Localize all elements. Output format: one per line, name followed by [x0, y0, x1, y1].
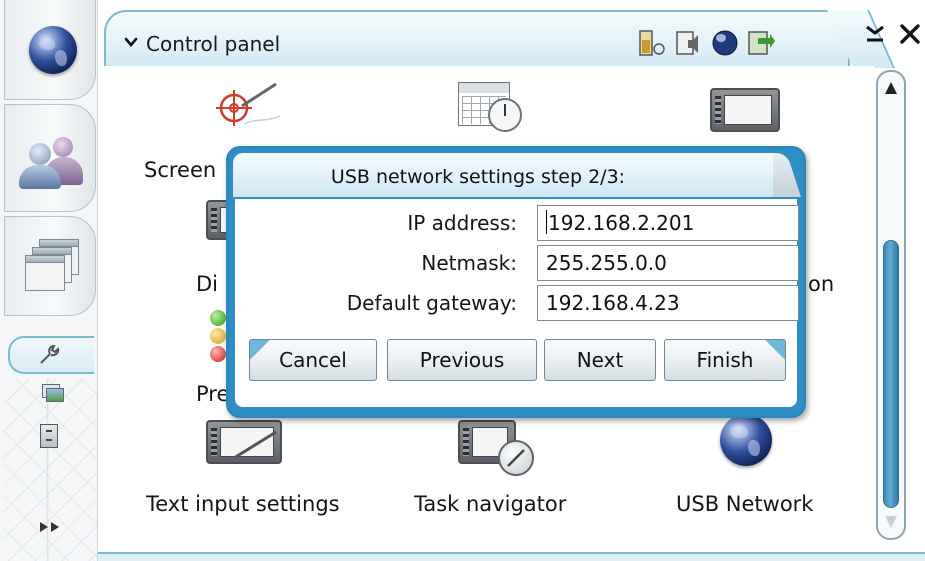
screen-calibration-icon — [216, 82, 281, 126]
date-time-icon — [458, 82, 534, 134]
default-gateway-value: 192.168.4.23 — [546, 291, 680, 315]
usb-network-settings-dialog: USB network settings step 2/3: IP addres… — [226, 146, 806, 418]
default-gateway-row: Default gateway: 192.168.4.23 — [235, 285, 799, 321]
vertical-scrollbar[interactable] — [876, 70, 906, 540]
title-bar: Control panel — [98, 0, 925, 70]
chevron-down-icon[interactable] — [124, 35, 138, 49]
netmask-value: 255.255.0.0 — [546, 251, 667, 275]
cp-item-label: Pre — [196, 382, 230, 406]
cp-item-label: Di — [196, 272, 219, 296]
app-tray — [4, 328, 98, 561]
device-settings-icon — [710, 88, 780, 132]
file-manager-icon[interactable] — [40, 424, 60, 450]
window-title: Control panel — [146, 32, 281, 56]
previous-button[interactable]: Previous — [387, 339, 537, 381]
more-arrows-icon[interactable] — [38, 520, 64, 534]
text-caret — [546, 210, 547, 234]
default-gateway-label: Default gateway: — [346, 291, 517, 315]
cp-item-label: on — [808, 272, 835, 296]
battery-icon[interactable] — [636, 28, 666, 58]
title-tab[interactable]: Control panel — [104, 10, 850, 66]
task-navigator-bar — [0, 0, 98, 561]
minimize-icon[interactable] — [861, 18, 889, 48]
web-browser-icon — [29, 26, 77, 74]
netmask-row: Netmask: 255.255.0.0 — [235, 245, 799, 281]
ip-address-label: IP address: — [407, 211, 517, 235]
compass-icon — [498, 440, 534, 476]
cp-item-label: USB Network — [676, 492, 814, 516]
text-input-icon — [206, 420, 282, 464]
ip-address-row: IP address: 192.168.2.201 — [235, 205, 799, 241]
main-bottom-frame — [98, 552, 925, 561]
control-panel-tray-button[interactable] — [8, 336, 94, 374]
web-browser-button[interactable] — [4, 0, 96, 100]
image-viewer-icon[interactable] — [40, 384, 64, 404]
volume-icon[interactable] — [674, 28, 704, 58]
default-gateway-field[interactable]: 192.168.4.23 — [537, 285, 799, 321]
applications-button[interactable] — [4, 216, 96, 316]
contacts-icon — [19, 135, 83, 189]
cp-item-label: Screen — [144, 158, 217, 182]
finish-button[interactable]: Finish — [664, 339, 786, 381]
ip-address-field[interactable]: 192.168.2.201 — [537, 205, 799, 241]
cp-item-label: Text input settings — [146, 492, 340, 516]
netmask-field[interactable]: 255.255.0.0 — [537, 245, 799, 281]
next-button[interactable]: Next — [544, 339, 656, 381]
netmask-label: Netmask: — [421, 251, 517, 275]
internet-connection-icon[interactable] — [710, 28, 740, 58]
scrollbar-thumb[interactable] — [883, 240, 899, 508]
control-panel-icon — [40, 344, 60, 364]
scroll-down-arrow-icon[interactable] — [878, 506, 904, 536]
applications-icon — [25, 239, 81, 295]
dialog-title: USB network settings step 2/3: — [330, 166, 626, 188]
usb-exit-icon[interactable] — [746, 28, 776, 58]
usb-network-globe-icon — [720, 414, 772, 466]
close-icon[interactable] — [896, 18, 924, 48]
contacts-button[interactable] — [4, 104, 96, 212]
cancel-button[interactable]: Cancel — [249, 339, 377, 381]
cp-item-label: Task navigator — [414, 492, 567, 516]
scroll-up-arrow-icon[interactable] — [878, 74, 904, 104]
ip-address-value: 192.168.2.201 — [548, 211, 695, 235]
dialog-header: USB network settings step 2/3: — [233, 153, 773, 197]
